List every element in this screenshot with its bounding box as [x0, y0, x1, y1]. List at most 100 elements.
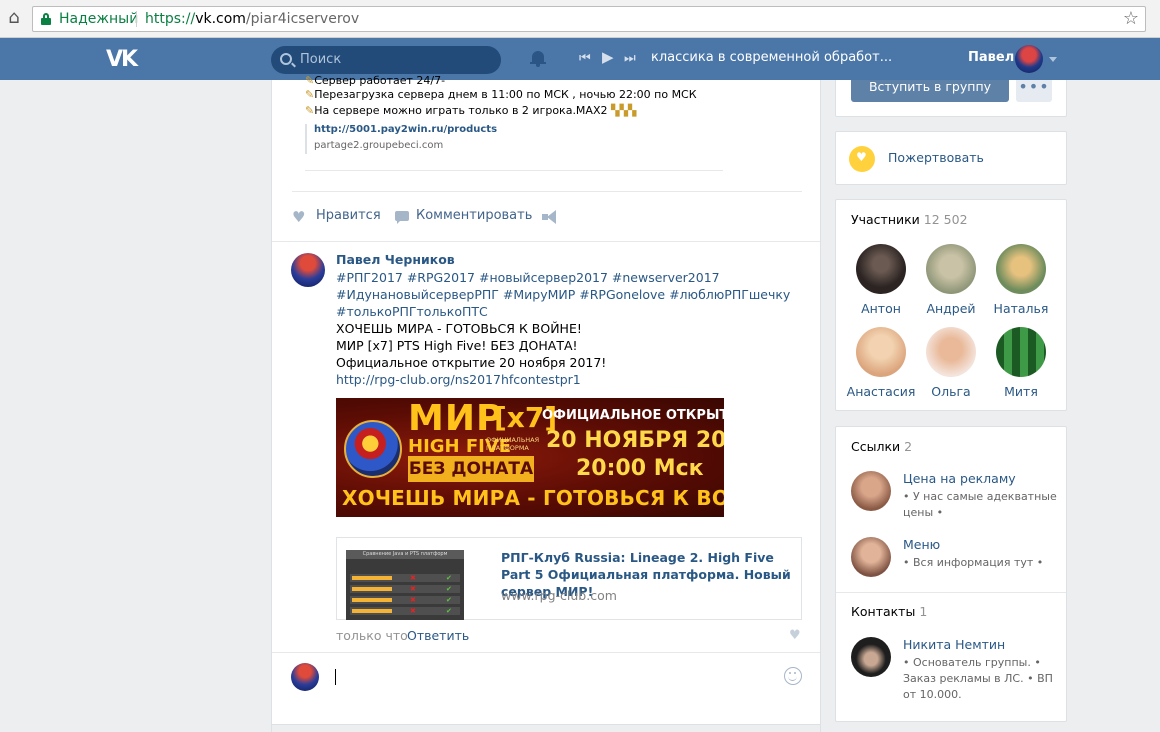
member-name[interactable]: Анастасия — [846, 384, 916, 399]
member-item[interactable]: Андрей — [916, 244, 986, 324]
feed-gap — [272, 724, 820, 732]
reply-button[interactable]: Ответить — [407, 628, 469, 643]
avatar — [996, 327, 1046, 377]
divider — [292, 191, 802, 192]
link-preview-card[interactable]: Сравнение Java и PTS платформ ✖ ✔ ✖ ✔ ✖ ✔ ✖… — [336, 537, 802, 620]
heart-icon[interactable]: ♥ — [789, 628, 801, 643]
link-preview-domain: www.rpg-club.com — [501, 588, 617, 603]
pencil-icon: ✎ — [305, 104, 315, 117]
play-icon[interactable]: ▶ — [602, 50, 614, 65]
avatar — [851, 637, 891, 677]
hashtags[interactable]: #ИдунановыйсерверРПГ #МируМИР #RPGonelov… — [336, 287, 790, 302]
donate-label[interactable]: Пожертвовать — [888, 150, 984, 165]
member-name[interactable]: Ольга — [916, 384, 986, 399]
secure-label: Надежный — [59, 11, 139, 27]
divider — [272, 652, 820, 653]
next-track-icon[interactable]: ⏭ — [624, 52, 636, 66]
banner-text: ХОЧЕШЬ МИРА - ГОТОВЬСЯ К ВОЙНЕ — [342, 486, 724, 510]
avatar — [996, 244, 1046, 294]
donate-card[interactable]: Пожертвовать — [835, 131, 1067, 185]
avatar — [926, 327, 976, 377]
links-block: Ссылки 2 Цена на рекламу • У нас самые ад… — [835, 426, 1067, 722]
more-actions-button[interactable]: ••• — [1016, 79, 1052, 102]
emoji-smile-icon[interactable] — [784, 667, 802, 685]
quoted-line: ✎На сервере можно играть только в 2 игро… — [305, 104, 637, 117]
emoji-icon: ▚▚▚ — [611, 104, 637, 117]
comment-button[interactable]: Комментировать — [395, 206, 535, 226]
avatar[interactable] — [1015, 45, 1043, 73]
divider — [836, 592, 1066, 593]
promo-banner-image[interactable]: МИР [x7] HIGH FIVE ОФИЦИАЛЬНАЯ ПЛАТФОРМА… — [336, 398, 724, 517]
quote-border — [305, 124, 307, 154]
member-name[interactable]: Наталья — [986, 301, 1056, 316]
link-description: • Вся информация тут • — [903, 556, 1044, 569]
link-title[interactable]: Цена на рекламу — [903, 471, 1016, 486]
search-placeholder: Поиск — [300, 52, 342, 67]
member-item[interactable]: Ольга — [916, 327, 986, 407]
contacts-title[interactable]: Контакты 1 — [851, 604, 927, 619]
quoted-line: ✎Сервер работает 24/7- — [305, 74, 446, 87]
bookmark-star-icon[interactable]: ☆ — [1123, 8, 1139, 29]
search-icon — [280, 53, 292, 65]
track-title[interactable]: классика в современной обработ... — [651, 50, 892, 65]
vk-logo[interactable]: VK — [106, 47, 140, 72]
member-name[interactable]: Митя — [986, 384, 1056, 399]
comment-icon — [395, 211, 409, 224]
emblem-icon — [344, 420, 402, 478]
reply-input[interactable] — [330, 663, 806, 691]
member-item[interactable]: Наталья — [986, 244, 1056, 324]
member-item[interactable]: Митя — [986, 327, 1056, 407]
site-header: VK Поиск ⏮ ▶ ⏭ классика в современной об… — [0, 38, 1160, 80]
wall-post: ✎Сервер работает 24/7- ✎Перезагрузка сер… — [271, 74, 821, 732]
hashtags[interactable]: #РПГ2017 #RPG2017 #новыйсервер2017 #news… — [336, 270, 720, 285]
contact-name[interactable]: Никита Немтин — [903, 637, 1005, 652]
chevron-down-icon[interactable] — [1049, 57, 1057, 62]
donate-heart-icon — [849, 146, 875, 172]
divider — [305, 170, 723, 171]
members-title[interactable]: Участники 12 502 — [851, 212, 968, 227]
text-cursor — [335, 669, 336, 685]
avatar — [856, 244, 906, 294]
banner-text: 20:00 Мск — [576, 456, 704, 481]
banner-text: БЕЗ ДОНАТА — [408, 456, 534, 482]
member-item[interactable]: Анастасия — [846, 327, 916, 407]
member-name[interactable]: Андрей — [916, 301, 986, 316]
banner-text: ОФИЦИАЛЬНАЯ ПЛАТФОРМА — [486, 436, 540, 452]
previous-track-icon[interactable]: ⏮ — [579, 52, 591, 66]
avatar[interactable] — [291, 253, 325, 287]
url-text[interactable]: https://vk.com/piar4icserverov — [145, 11, 359, 27]
like-label: Нравится — [316, 208, 381, 223]
address-bar[interactable]: Надежный https://vk.com/piar4icserverov … — [32, 6, 1146, 32]
comment-url[interactable]: http://rpg-club.org/ns2017hfcontestpr1 — [336, 372, 581, 387]
quoted-line: ✎Перезагрузка сервера днем в 11:00 по МС… — [305, 88, 697, 101]
pencil-icon: ✎ — [305, 88, 315, 101]
share-icon[interactable] — [542, 210, 558, 224]
comment-author[interactable]: Павел Черников — [336, 252, 455, 267]
search-input[interactable]: Поиск — [271, 46, 501, 74]
comment-label: Комментировать — [416, 208, 533, 223]
browser-toolbar: ⌂ Надежный https://vk.com/piar4icservero… — [0, 0, 1160, 38]
avatar — [851, 537, 891, 577]
user-name[interactable]: Павел — [968, 50, 1014, 65]
comment-timestamp: только что — [336, 628, 408, 643]
home-icon[interactable]: ⌂ — [4, 8, 24, 28]
bell-icon[interactable] — [530, 50, 546, 68]
heart-icon: ♥ — [292, 208, 306, 226]
contact-description: • Основатель группы. • Заказ рекламы в Л… — [903, 656, 1053, 701]
link-description: • У нас самые адекватные цены • — [903, 490, 1057, 519]
quoted-link[interactable]: http://5001.pay2win.ru/products — [314, 124, 497, 135]
join-group-button[interactable]: Вступить в группу — [851, 80, 1009, 102]
member-item[interactable]: Антон — [846, 244, 916, 324]
avatar — [856, 327, 906, 377]
pencil-icon: ✎ — [305, 74, 315, 87]
banner-text: ОФИЦИАЛЬНОЕ ОТКРЫТИЕ — [542, 408, 724, 423]
hashtags[interactable]: #толькоРПГтолькоПТС — [336, 304, 488, 319]
links-title[interactable]: Ссылки 2 — [851, 439, 912, 454]
like-button[interactable]: ♥ Нравится — [292, 206, 382, 226]
link-title[interactable]: Меню — [903, 537, 940, 552]
quoted-domain: partage2.groupebeci.com — [314, 140, 444, 151]
member-name[interactable]: Антон — [846, 301, 916, 316]
join-card: Вступить в группу ••• — [835, 79, 1067, 117]
divider — [136, 11, 137, 27]
comment-text: ХОЧЕШЬ МИРА - ГОТОВЬСЯ К ВОЙНЕ! — [336, 321, 582, 336]
